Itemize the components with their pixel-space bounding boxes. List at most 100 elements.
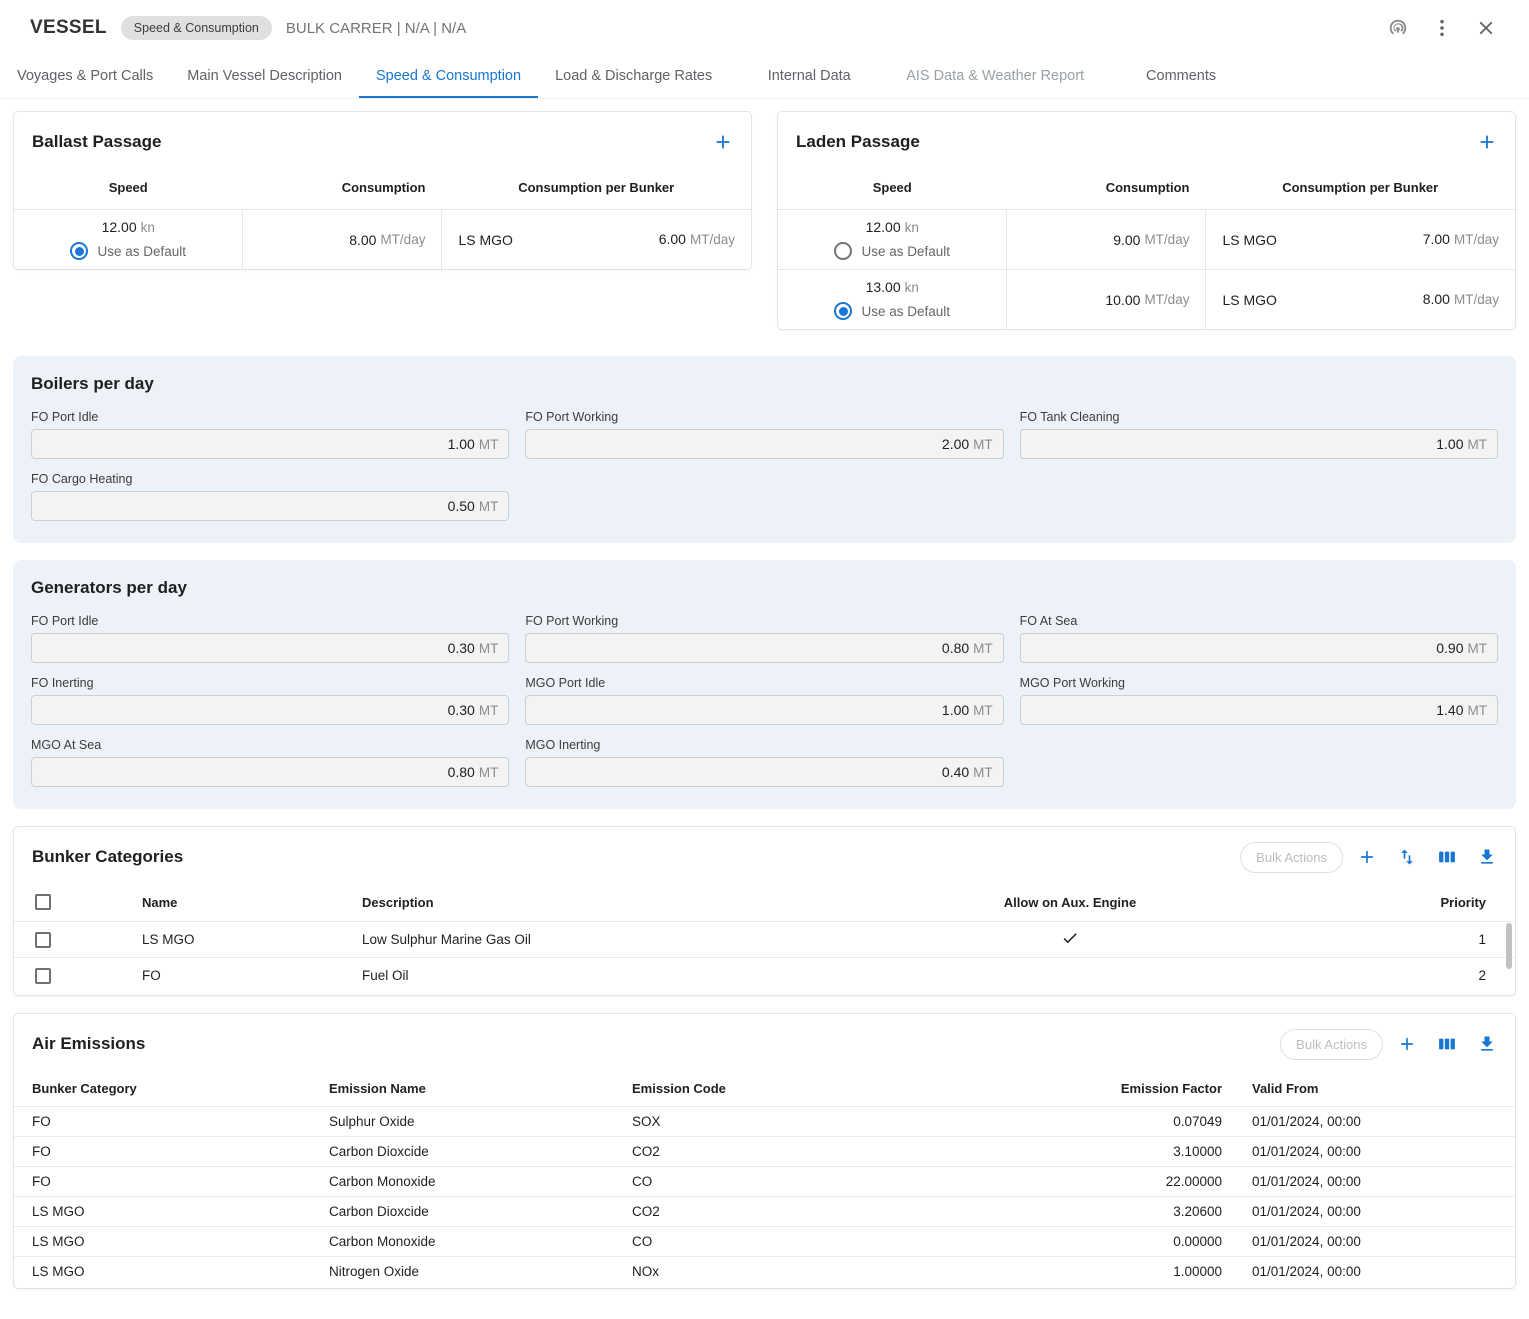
add-air-emission-button[interactable] <box>1391 1028 1423 1060</box>
row-checkbox[interactable] <box>35 968 51 984</box>
generators-fo-port-working-input[interactable]: 0.80MT <box>525 633 1003 663</box>
field-fo-tank-cleaning: FO Tank Cleaning 1.00MT <box>1020 410 1498 459</box>
row-checkbox[interactable] <box>35 932 51 948</box>
boilers-fo-port-idle-input[interactable]: 1.00MT <box>31 429 509 459</box>
boilers-section: Boilers per day FO Port Idle 1.00MT FO P… <box>13 356 1516 543</box>
add-bunker-category-button[interactable] <box>1351 841 1383 873</box>
tab-load-discharge-rates[interactable]: Load & Discharge Rates <box>538 56 729 98</box>
bunker-category-row[interactable]: LS MGO Low Sulphur Marine Gas Oil 1 <box>14 921 1515 957</box>
cell-priority: 1 <box>1235 932 1515 947</box>
air-emission-row[interactable]: FO Sulphur Oxide SOX 0.07049 01/01/2024,… <box>14 1106 1515 1136</box>
use-as-default-radio[interactable]: Use as Default <box>70 242 186 260</box>
column-header-priority: Priority <box>1235 895 1515 910</box>
generators-mgo-at-sea-input[interactable]: 0.80MT <box>31 757 509 787</box>
cell-emission-name: Carbon Monoxide <box>329 1174 632 1189</box>
generators-fo-port-idle-input[interactable]: 0.30MT <box>31 633 509 663</box>
vessel-subtitle: BULK CARRER | N/A | N/A <box>286 20 466 37</box>
bunker-consumption-value: 8.00MT/day <box>1423 291 1499 309</box>
cell-bunker-category: FO <box>14 1174 329 1189</box>
use-as-default-radio[interactable]: Use as Default <box>834 302 950 320</box>
air-emission-row[interactable]: LS MGO Nitrogen Oxide NOx 1.00000 01/01/… <box>14 1256 1515 1286</box>
cell-valid-from: 01/01/2024, 00:00 <box>1222 1114 1515 1129</box>
column-header-emission-factor: Emission Factor <box>922 1081 1222 1096</box>
radio-icon <box>70 242 88 260</box>
use-as-default-radio[interactable]: Use as Default <box>834 242 950 260</box>
tab-main-vessel-description[interactable]: Main Vessel Description <box>170 56 359 98</box>
cell-description: Low Sulphur Marine Gas Oil <box>362 932 905 947</box>
bunker-consumption-cell: LS MGO 7.00MT/day <box>1205 210 1515 269</box>
tab-voyages-port-calls[interactable]: Voyages & Port Calls <box>0 56 170 98</box>
more-menu-icon[interactable] <box>1423 9 1461 47</box>
tab-ais-data-weather-report[interactable]: AIS Data & Weather Report <box>889 56 1101 98</box>
laden-passage-title: Laden Passage <box>796 132 920 152</box>
bunker-categories-header-row: Name Description Allow on Aux. Engine Pr… <box>14 883 1515 921</box>
cell-emission-code: CO <box>632 1174 922 1189</box>
tab-internal-data[interactable]: Internal Data <box>729 56 889 98</box>
boilers-title: Boilers per day <box>31 374 1498 394</box>
speed-cell: 12.00kn Use as Default <box>14 210 242 269</box>
broadcast-icon[interactable] <box>1379 9 1417 47</box>
column-header-consumption-per-bunker: Consumption per Bunker <box>1205 180 1515 195</box>
column-header-consumption: Consumption <box>242 180 441 195</box>
cell-description: Fuel Oil <box>362 968 905 983</box>
cell-emission-factor: 0.00000 <box>922 1234 1222 1249</box>
radio-label: Use as Default <box>97 244 186 259</box>
air-emission-row[interactable]: LS MGO Carbon Monoxide CO 0.00000 01/01/… <box>14 1226 1515 1256</box>
bulk-actions-button[interactable]: Bulk Actions <box>1280 1029 1383 1060</box>
generators-mgo-port-idle-input[interactable]: 1.00MT <box>525 695 1003 725</box>
air-emissions-card: Air Emissions Bulk Actions Bunker Catego… <box>13 1013 1516 1289</box>
columns-icon[interactable] <box>1431 841 1463 873</box>
bunker-consumption-cell: LS MGO 8.00MT/day <box>1205 270 1515 329</box>
table-scrollbar[interactable] <box>1506 923 1512 969</box>
generators-fo-at-sea-input[interactable]: 0.90MT <box>1020 633 1498 663</box>
cell-emission-name: Carbon Dioxcide <box>329 1204 632 1219</box>
generators-mgo-port-working-input[interactable]: 1.40MT <box>1020 695 1498 725</box>
boilers-fo-port-working-input[interactable]: 2.00MT <box>525 429 1003 459</box>
boilers-fo-cargo-heating-input[interactable]: 0.50MT <box>31 491 509 521</box>
field-fo-port-working: FO Port Working 2.00MT <box>525 410 1003 459</box>
bunker-category-row[interactable]: FO Fuel Oil 2 <box>14 957 1515 993</box>
cell-valid-from: 01/01/2024, 00:00 <box>1222 1264 1515 1279</box>
cell-allow-on-aux-engine <box>905 929 1235 950</box>
field-fo-port-idle: FO Port Idle 0.30MT <box>31 614 509 663</box>
air-emissions-header-row: Bunker Category Emission Name Emission C… <box>14 1070 1515 1106</box>
download-icon[interactable] <box>1471 841 1503 873</box>
field-fo-port-working: FO Port Working 0.80MT <box>525 614 1003 663</box>
select-all-checkbox[interactable] <box>35 894 51 910</box>
bunker-name: LS MGO <box>1222 232 1276 248</box>
download-icon[interactable] <box>1471 1028 1503 1060</box>
cell-name: FO <box>142 968 362 983</box>
column-header-emission-name: Emission Name <box>329 1081 632 1096</box>
add-ballast-speed-button[interactable] <box>707 126 739 158</box>
air-emission-row[interactable]: LS MGO Carbon Dioxcide CO2 3.20600 01/01… <box>14 1196 1515 1226</box>
add-laden-speed-button[interactable] <box>1471 126 1503 158</box>
tab-speed-consumption[interactable]: Speed & Consumption <box>359 56 538 98</box>
laden-table-header: Speed Consumption Consumption per Bunker <box>778 168 1515 209</box>
main-content: Ballast Passage Speed Consumption Consum… <box>0 99 1529 1319</box>
field-fo-port-idle: FO Port Idle 1.00MT <box>31 410 509 459</box>
consumption-cell: 9.00MT/day <box>1006 210 1205 269</box>
ballast-passage-title: Ballast Passage <box>32 132 161 152</box>
bunker-categories-table: Name Description Allow on Aux. Engine Pr… <box>14 883 1515 993</box>
cell-emission-code: CO2 <box>632 1144 922 1159</box>
boilers-fo-tank-cleaning-input[interactable]: 1.00MT <box>1020 429 1498 459</box>
columns-icon[interactable] <box>1431 1028 1463 1060</box>
cell-allow-on-aux-engine <box>905 965 1235 986</box>
air-emission-row[interactable]: FO Carbon Dioxcide CO2 3.10000 01/01/202… <box>14 1136 1515 1166</box>
cell-priority: 2 <box>1235 968 1515 983</box>
generators-mgo-inerting-input[interactable]: 0.40MT <box>525 757 1003 787</box>
generators-fo-inerting-input[interactable]: 0.30MT <box>31 695 509 725</box>
bulk-actions-button[interactable]: Bulk Actions <box>1240 842 1343 873</box>
sort-icon[interactable] <box>1391 841 1423 873</box>
radio-icon <box>834 302 852 320</box>
cell-bunker-category: FO <box>14 1144 329 1159</box>
generators-section: Generators per day FO Port Idle 0.30MT F… <box>13 560 1516 809</box>
cell-emission-name: Carbon Monoxide <box>329 1234 632 1249</box>
tab-comments[interactable]: Comments <box>1101 56 1261 98</box>
generators-title: Generators per day <box>31 578 1498 598</box>
field-label: FO Port Working <box>525 410 1003 424</box>
close-icon[interactable] <box>1467 9 1505 47</box>
field-mgo-at-sea: MGO At Sea 0.80MT <box>31 738 509 787</box>
air-emission-row[interactable]: FO Carbon Monoxide CO 22.00000 01/01/202… <box>14 1166 1515 1196</box>
field-label: MGO At Sea <box>31 738 509 752</box>
